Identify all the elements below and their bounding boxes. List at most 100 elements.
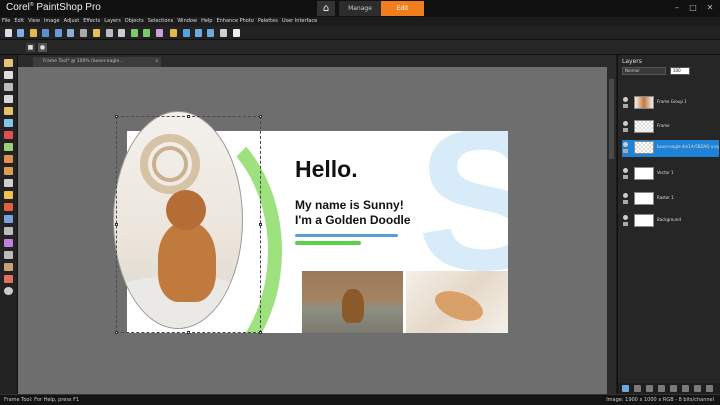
- cut-icon[interactable]: [106, 29, 113, 37]
- document-tab[interactable]: Frame Tool* @ 100% (boxer-eagle... x: [33, 57, 161, 67]
- flood-fill-icon[interactable]: [4, 191, 13, 199]
- color-changer-icon[interactable]: [4, 203, 13, 211]
- scrollbar-thumb[interactable]: [609, 79, 614, 159]
- zoom-in-icon[interactable]: [195, 29, 202, 37]
- menu-selections[interactable]: Selections: [146, 17, 176, 26]
- menu-edit[interactable]: Edit: [12, 17, 26, 26]
- layer-row[interactable]: Vector 1: [622, 166, 719, 181]
- menu-view[interactable]: View: [26, 17, 42, 26]
- save-as-icon[interactable]: [55, 29, 62, 37]
- layer-row[interactable]: Frame Group 1: [622, 95, 719, 110]
- eye-icon[interactable]: [623, 121, 628, 126]
- toolbar-options-icon[interactable]: [233, 29, 240, 37]
- layers-menu-icon[interactable]: [706, 385, 713, 392]
- minimize-button[interactable]: –: [672, 3, 682, 13]
- opacity-field[interactable]: 100: [670, 67, 690, 75]
- layer-properties-icon[interactable]: [670, 385, 677, 392]
- eye-icon[interactable]: [623, 142, 628, 147]
- menu-user-interface[interactable]: User Interface: [280, 17, 319, 26]
- pan-tool-icon[interactable]: [4, 59, 13, 67]
- menu-objects[interactable]: Objects: [123, 17, 146, 26]
- new-file-icon[interactable]: [5, 29, 12, 37]
- redo-arrow-icon[interactable]: [143, 29, 150, 37]
- save-icon[interactable]: [42, 29, 49, 37]
- add-tool-icon[interactable]: [4, 287, 13, 295]
- pen-tool-icon[interactable]: [4, 251, 13, 259]
- makeover-tool-icon[interactable]: [4, 143, 13, 151]
- eye-icon[interactable]: [623, 193, 628, 198]
- tab-edit[interactable]: Edit: [381, 1, 424, 16]
- eye-icon[interactable]: [623, 168, 628, 173]
- close-tab-icon[interactable]: x: [155, 57, 158, 67]
- frame-tool-icon[interactable]: [4, 227, 13, 235]
- lock-icon[interactable]: [623, 128, 628, 132]
- zoom-out-icon[interactable]: [207, 29, 214, 37]
- menu-file[interactable]: File: [0, 17, 12, 26]
- close-button[interactable]: ✕: [705, 3, 715, 13]
- duplicate-layer-icon[interactable]: [658, 385, 665, 392]
- layer-row[interactable]: Raster 1: [622, 191, 719, 206]
- copy-icon[interactable]: [118, 29, 125, 37]
- show-hide-palettes-icon[interactable]: [156, 29, 163, 37]
- frame-shape-ellipse-icon[interactable]: ●: [38, 43, 47, 52]
- vertical-scrollbar[interactable]: [607, 67, 616, 394]
- eye-icon[interactable]: [623, 97, 628, 102]
- new-layer-icon[interactable]: [622, 385, 629, 392]
- paint-brush-icon[interactable]: [4, 167, 13, 175]
- selection-bounding-box[interactable]: [115, 115, 262, 334]
- text-tool-icon[interactable]: [4, 215, 13, 223]
- effects-browser-icon[interactable]: [170, 29, 177, 37]
- layer-row[interactable]: Background: [622, 213, 719, 228]
- lock-icon[interactable]: [623, 200, 628, 204]
- eraser-tool-icon[interactable]: [4, 179, 13, 187]
- red-eye-tool-icon[interactable]: [4, 131, 13, 139]
- eye-icon[interactable]: [623, 215, 628, 220]
- menu-enhance-photo[interactable]: Enhance Photo: [214, 17, 255, 26]
- resize-handle-nw[interactable]: [115, 115, 118, 118]
- merge-layers-icon[interactable]: [682, 385, 689, 392]
- home-button[interactable]: ⌂: [317, 1, 335, 16]
- lock-icon[interactable]: [623, 149, 628, 153]
- crop-tool-icon[interactable]: [4, 107, 13, 115]
- new-mask-icon[interactable]: [646, 385, 653, 392]
- menu-palettes[interactable]: Palettes: [256, 17, 280, 26]
- resize-handle-ne[interactable]: [259, 115, 262, 118]
- undo-icon[interactable]: [93, 29, 100, 37]
- menu-image[interactable]: Image: [42, 17, 62, 26]
- menu-adjust[interactable]: Adjust: [62, 17, 82, 26]
- resize-handle-e[interactable]: [259, 223, 262, 226]
- menu-effects[interactable]: Effects: [81, 17, 102, 26]
- clone-brush-icon[interactable]: [4, 155, 13, 163]
- delete-layer-icon[interactable]: [694, 385, 701, 392]
- blend-mode-select[interactable]: Normal: [622, 67, 666, 75]
- straighten-tool-icon[interactable]: [4, 119, 13, 127]
- shape-tool-icon[interactable]: [4, 239, 13, 247]
- warp-brush-icon[interactable]: [4, 263, 13, 271]
- lock-icon[interactable]: [623, 175, 628, 179]
- dodge-burn-icon[interactable]: [4, 275, 13, 283]
- pick-tool-icon[interactable]: [4, 71, 13, 79]
- info-icon[interactable]: [183, 29, 190, 37]
- maximize-button[interactable]: □: [688, 3, 698, 13]
- resize-handle-se[interactable]: [259, 331, 262, 334]
- menu-window[interactable]: Window: [175, 17, 199, 26]
- open-folder-icon[interactable]: [30, 29, 37, 37]
- print-icon[interactable]: [80, 29, 87, 37]
- selection-tool-icon[interactable]: [4, 83, 13, 91]
- dropper-tool-icon[interactable]: [4, 95, 13, 103]
- layer-row-selected[interactable]: boxer-eagle-4m1Ar5BDAQ-unsplash: [622, 140, 719, 157]
- menu-help[interactable]: Help: [199, 17, 214, 26]
- lock-icon[interactable]: [623, 222, 628, 226]
- new-from-template-icon[interactable]: [17, 29, 24, 37]
- new-vector-layer-icon[interactable]: [634, 385, 641, 392]
- resize-handle-w[interactable]: [115, 223, 118, 226]
- resize-handle-s[interactable]: [187, 331, 190, 334]
- layer-row[interactable]: Frame: [622, 119, 719, 134]
- resize-handle-sw[interactable]: [115, 331, 118, 334]
- lock-icon[interactable]: [623, 104, 628, 108]
- frame-shape-square-icon[interactable]: ■: [26, 43, 35, 52]
- resize-handle-n[interactable]: [187, 115, 190, 118]
- save-copy-icon[interactable]: [67, 29, 74, 37]
- fit-window-icon[interactable]: [220, 29, 227, 37]
- menu-layers[interactable]: Layers: [102, 17, 123, 26]
